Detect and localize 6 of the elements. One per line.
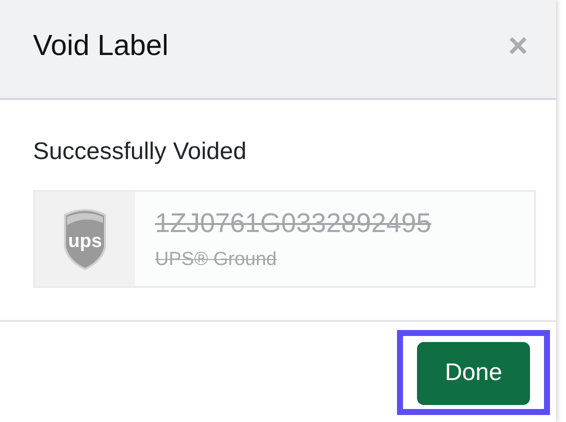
success-message: Successfully Voided — [33, 138, 248, 166]
shipping-service: UPS® Ground — [155, 248, 278, 270]
shield-logo: ups — [62, 207, 108, 271]
dialog-title: Void Label — [33, 30, 168, 62]
tracking-number: 1ZJ0761G0332892495 — [155, 208, 432, 238]
done-button[interactable]: Done — [417, 342, 530, 404]
